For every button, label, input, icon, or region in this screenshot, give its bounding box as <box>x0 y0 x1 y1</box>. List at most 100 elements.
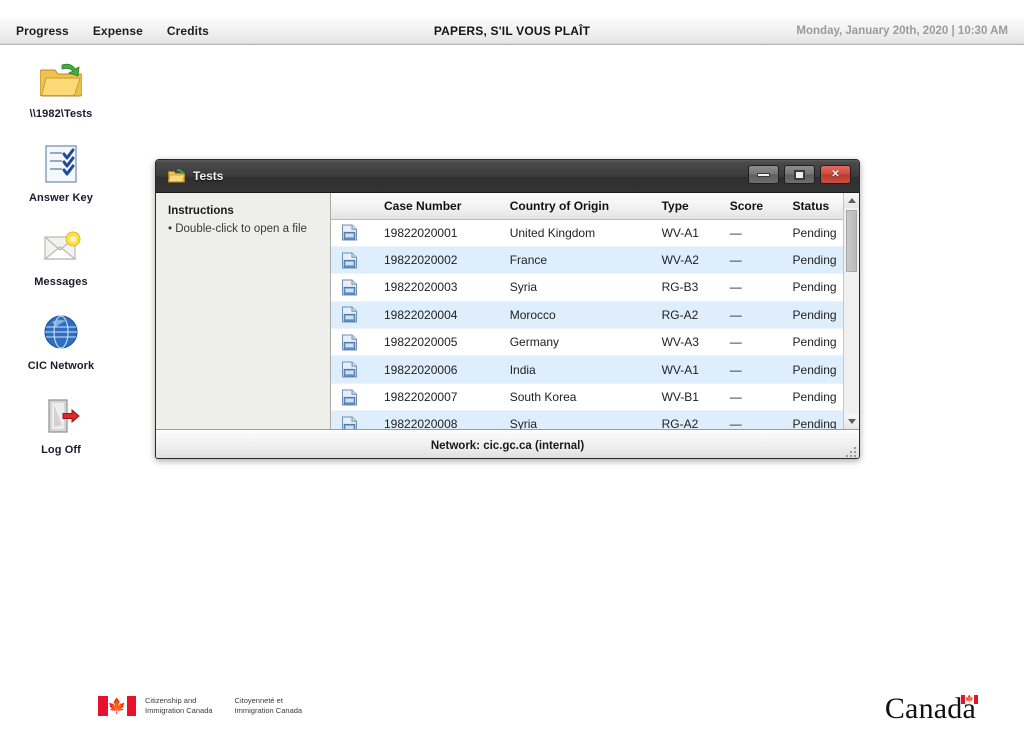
file-icon <box>341 279 375 296</box>
column-header-case[interactable]: Case Number <box>375 193 501 220</box>
column-header-country[interactable]: Country of Origin <box>500 193 653 220</box>
file-icon-cell <box>331 383 375 412</box>
minimize-button[interactable] <box>748 165 779 184</box>
maximize-icon <box>794 169 805 180</box>
menu-expense[interactable]: Expense <box>93 24 143 38</box>
cell-country: India <box>500 355 653 384</box>
cell-case-number: 19822020003 <box>375 273 501 302</box>
cell-case-number: 19822020008 <box>375 410 501 429</box>
file-icon-cell <box>331 273 375 302</box>
maximize-button[interactable] <box>784 165 815 184</box>
menu-list: Progress Expense Credits <box>16 18 209 44</box>
scrollbar-thumb[interactable] <box>846 210 857 272</box>
checklist-icon <box>0 142 122 186</box>
desktop-icon-messages[interactable]: Messages <box>0 226 122 288</box>
desktop-icon-label: \\1982\Tests <box>29 108 93 120</box>
desktop-icon-log-off[interactable]: Log Off <box>0 394 122 456</box>
column-header-icon[interactable] <box>331 193 375 220</box>
scroll-up-button[interactable] <box>844 193 859 208</box>
desktop-icon-tests-folder[interactable]: \\1982\Tests <box>0 58 122 120</box>
cell-score: — <box>720 355 784 384</box>
instructions-panel: Instructions • Double-click to open a fi… <box>156 193 331 429</box>
resize-grip[interactable] <box>846 447 856 457</box>
cell-country: United Kingdom <box>500 219 653 247</box>
cell-country: France <box>500 246 653 275</box>
cell-country: Syria <box>500 273 653 302</box>
menu-progress[interactable]: Progress <box>16 24 69 38</box>
window-title: Tests <box>193 169 224 183</box>
file-icon-cell <box>331 219 375 247</box>
cell-type: WV-A2 <box>652 246 721 275</box>
desktop-icon-label: Log Off <box>41 444 81 456</box>
table-header-row: Case Number Country of Origin Type Score… <box>331 193 859 220</box>
desktop-icon-label: Answer Key <box>29 192 93 204</box>
cell-case-number: 19822020005 <box>375 328 501 357</box>
file-icon-cell <box>331 410 375 429</box>
table-row[interactable]: 19822020008 Syria RG-A2— Pending <box>331 410 859 429</box>
top-menu-bar: PAPERS, S'IL VOUS PLAÎT Progress Expense… <box>0 18 1024 45</box>
maple-leaf-icon: 🍁 <box>107 697 127 715</box>
footer-government-signature: 🍁 Citizenship and Immigration Canada Cit… <box>98 696 302 716</box>
desktop-icon-cic-network[interactable]: CIC Network <box>0 310 122 372</box>
chevron-up-icon <box>847 198 856 203</box>
column-header-type[interactable]: Type <box>652 193 721 220</box>
cell-type: WV-A1 <box>652 219 721 247</box>
menu-credits[interactable]: Credits <box>167 24 209 38</box>
tests-window: Tests ✕ Instructions • Double-click to o… <box>155 159 860 459</box>
file-table-body: 19822020001 United Kingdom WV-A1— Pending 19… <box>331 219 859 429</box>
window-status-bar: Network: cic.gc.ca (internal) <box>156 430 859 458</box>
cell-case-number: 19822020006 <box>375 355 501 384</box>
table-row[interactable]: 19822020001 United Kingdom WV-A1— Pending <box>331 219 859 247</box>
cell-score: — <box>720 383 784 412</box>
file-table: Case Number Country of Origin Type Score… <box>331 193 859 429</box>
globe-icon <box>0 310 122 354</box>
vertical-scrollbar[interactable] <box>843 193 859 429</box>
file-icon <box>341 361 375 378</box>
scroll-down-button[interactable] <box>844 414 859 429</box>
table-row[interactable]: 19822020004 Morocco RG-A2— Pending <box>331 301 859 330</box>
cell-country: Morocco <box>500 301 653 330</box>
column-header-score[interactable]: Score <box>720 193 784 220</box>
cell-case-number: 19822020001 <box>375 219 501 247</box>
file-icon-cell <box>331 355 375 384</box>
cell-type: RG-A2 <box>652 410 721 429</box>
cell-score: — <box>720 219 784 247</box>
window-controls: ✕ <box>748 165 851 184</box>
file-icon-cell <box>331 301 375 330</box>
folder-icon <box>168 169 185 183</box>
file-icon-cell <box>331 328 375 357</box>
file-icon <box>341 224 375 241</box>
file-table-head: Case Number Country of Origin Type Score… <box>331 193 859 220</box>
cell-score: — <box>720 246 784 275</box>
cell-type: WV-A3 <box>652 328 721 357</box>
window-title-bar[interactable]: Tests ✕ <box>156 160 859 193</box>
cell-case-number: 19822020004 <box>375 301 501 330</box>
instructions-heading: Instructions <box>168 205 234 217</box>
file-icon <box>341 306 375 323</box>
cell-type: WV-A1 <box>652 355 721 384</box>
table-row[interactable]: 19822020002 France WV-A2— Pending <box>331 246 859 275</box>
close-button[interactable]: ✕ <box>820 165 851 184</box>
window-body: Instructions • Double-click to open a fi… <box>156 193 859 430</box>
cell-case-number: 19822020002 <box>375 246 501 275</box>
desktop-icon-answer-key[interactable]: Answer Key <box>0 142 122 204</box>
cell-score: — <box>720 273 784 302</box>
table-row[interactable]: 19822020003 Syria RG-B3— Pending <box>331 273 859 302</box>
file-icon <box>341 252 375 269</box>
status-text: Network: cic.gc.ca (internal) <box>430 439 585 452</box>
file-icon <box>341 416 375 429</box>
cell-type: RG-A2 <box>652 301 721 330</box>
clock-display: Monday, January 20th, 2020 | 10:30 AM <box>796 25 1008 37</box>
desktop-icon-label: Messages <box>34 276 88 288</box>
table-row[interactable]: 19822020005 Germany WV-A3— Pending <box>331 328 859 357</box>
desktop-icon-label: CIC Network <box>27 360 95 372</box>
table-row[interactable]: 19822020006 India WV-A1— Pending <box>331 355 859 384</box>
cell-case-number: 19822020007 <box>375 383 501 412</box>
department-name-fr: Citoyenneté et Immigration Canada <box>234 696 303 715</box>
canada-wordmark: Canada 🍁 <box>885 694 978 724</box>
folder-open-icon <box>0 58 122 102</box>
cell-country: Germany <box>500 328 653 357</box>
table-row[interactable]: 19822020007 South Korea WV-B1— Pending <box>331 383 859 412</box>
cell-score: — <box>720 328 784 357</box>
cell-country: Syria <box>500 410 653 429</box>
